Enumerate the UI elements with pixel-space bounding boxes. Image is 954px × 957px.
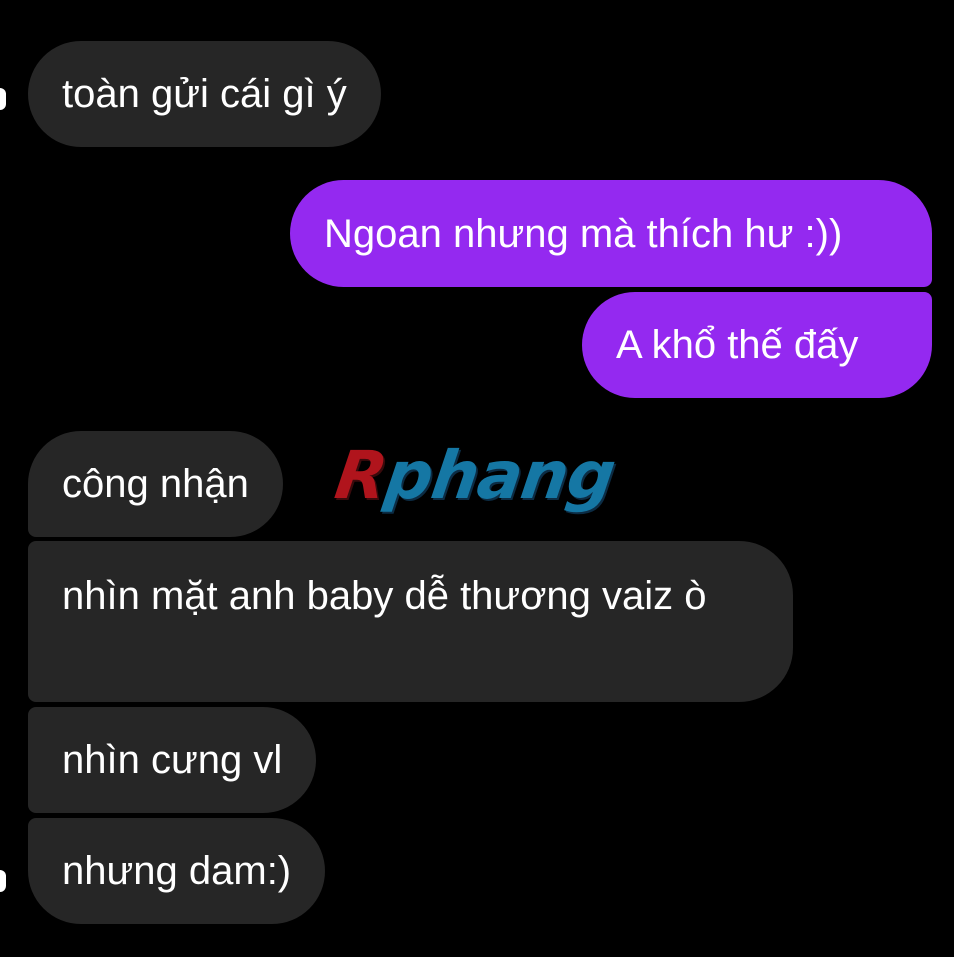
message-text: nhìn cưng vl <box>62 738 283 782</box>
message-bubble-outgoing[interactable]: A khổ thế đấy <box>582 292 932 398</box>
message-text: Ngoan nhưng mà thích hư :)) <box>324 212 843 256</box>
message-text: A khổ thế đấy <box>616 323 859 367</box>
message-bubble-incoming[interactable]: nhìn cưng vl <box>28 707 317 813</box>
message-bubble-incoming[interactable]: nhưng dam:) <box>28 818 326 924</box>
watermark-logo: Rphang <box>330 436 620 516</box>
message-text: nhưng dam:) <box>62 849 292 893</box>
message-text: công nhận <box>62 462 249 506</box>
message-bubble-incoming[interactable]: toàn gửi cái gì ý <box>28 41 381 147</box>
message-bubble-outgoing[interactable]: Ngoan nhưng mà thích hư :)) <box>290 180 932 287</box>
message-bubble-incoming[interactable]: công nhận <box>28 431 283 537</box>
message-text: toàn gửi cái gì ý <box>62 72 347 116</box>
avatar-edge-bottom[interactable] <box>0 870 6 892</box>
message-bubble-incoming[interactable]: nhìn mặt anh baby dễ thương vaiz ò <box>28 541 793 702</box>
avatar-edge-top[interactable] <box>0 88 6 110</box>
watermark-rest: phang <box>380 437 620 514</box>
message-text: nhìn mặt anh baby dễ thương vaiz ò <box>62 574 707 618</box>
